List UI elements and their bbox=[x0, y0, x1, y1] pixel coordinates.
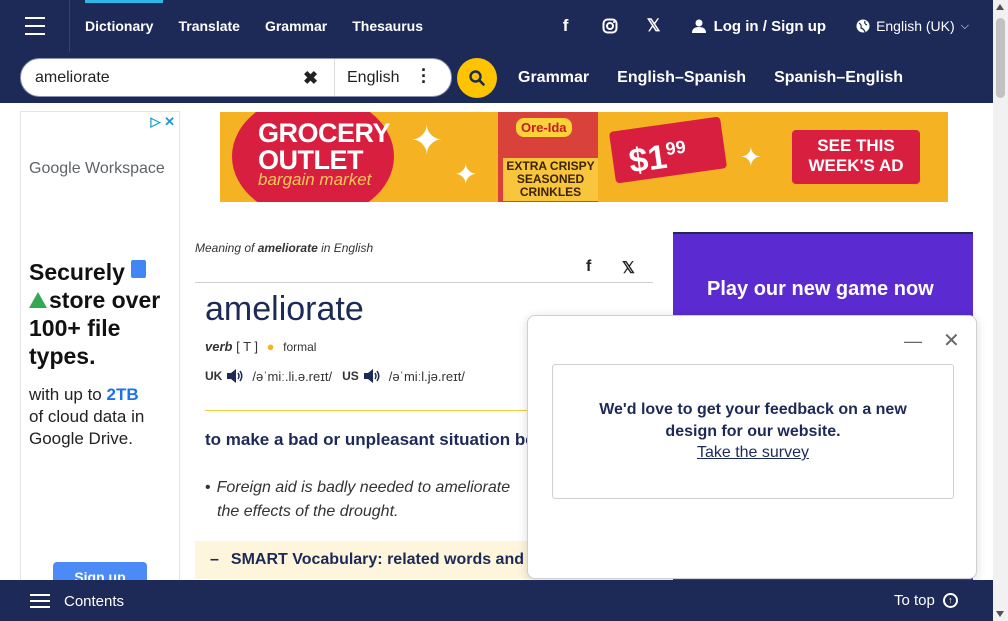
arrow-up-icon: ↑ bbox=[942, 593, 958, 608]
drive-icon bbox=[29, 292, 47, 308]
feedback-message: We'd love to get your feedback on a new … bbox=[599, 401, 907, 440]
pronunciation-line: UK /əˈmiː.li.ə.reɪt/ US /əˈmiːl.jə.reɪt/ bbox=[205, 368, 475, 384]
scroll-up-arrow-icon[interactable] bbox=[996, 4, 1004, 10]
divider bbox=[195, 282, 653, 283]
us-label: US bbox=[342, 369, 359, 383]
top-nav: Dictionary Translate Grammar Thesaurus f… bbox=[0, 0, 993, 52]
nav-right: f 𝕏 Log in / Sign up English (UK) ⌵ bbox=[544, 0, 993, 52]
product-image: Ore-Ida EXTRA CRISPY SEASONED CRINKLES bbox=[498, 112, 598, 202]
quick-link-grammar[interactable]: Grammar bbox=[518, 69, 589, 87]
page-scrollbar[interactable] bbox=[993, 0, 1008, 621]
contents-label: Contents bbox=[64, 592, 125, 610]
speaker-icon[interactable] bbox=[363, 368, 381, 384]
search-input[interactable] bbox=[35, 68, 285, 88]
survey-link[interactable]: Take the survey bbox=[697, 444, 809, 462]
meaning-of-label: Meaning of ameliorate in English bbox=[195, 241, 374, 255]
sparkle-icon: ✦ bbox=[410, 119, 444, 163]
search-box: ✖ English ··· bbox=[20, 58, 452, 97]
nav-items: Dictionary Translate Grammar Thesaurus bbox=[70, 0, 433, 52]
chevron-down-icon: ⌵ bbox=[960, 19, 969, 32]
definition: to make a bad or unpleasant situation be… bbox=[205, 430, 535, 449]
search-button[interactable] bbox=[457, 58, 497, 98]
quick-link-spanish-english[interactable]: Spanish–English bbox=[774, 69, 903, 87]
left-ad[interactable]: ▷ ✕ Google Workspace Securely store over… bbox=[20, 111, 180, 581]
uk-label: UK bbox=[205, 369, 223, 383]
hamburger-icon bbox=[24, 14, 45, 38]
close-icon[interactable]: ✕ bbox=[943, 328, 960, 353]
feedback-popup: — ✕ We'd love to get your feedback on a … bbox=[527, 315, 977, 579]
list-icon bbox=[30, 592, 50, 610]
nav-thesaurus[interactable]: Thesaurus bbox=[342, 0, 433, 52]
to-top-button[interactable]: To top ↑ bbox=[894, 592, 958, 609]
google-workspace-logo: Google Workspace bbox=[29, 160, 165, 177]
price-tag: $199 bbox=[608, 116, 728, 184]
person-icon bbox=[691, 19, 706, 33]
share-x-icon[interactable]: 𝕏 bbox=[622, 258, 635, 278]
divider bbox=[334, 59, 335, 96]
quick-links: Grammar English–Spanish Spanish–English bbox=[518, 69, 931, 87]
product-name: EXTRA CRISPY SEASONED CRINKLES bbox=[503, 158, 598, 201]
login-link[interactable]: Log in / Sign up bbox=[691, 17, 827, 35]
quick-link-english-spanish[interactable]: English–Spanish bbox=[617, 69, 746, 87]
search-icon bbox=[469, 70, 485, 86]
login-label: Log in / Sign up bbox=[713, 17, 827, 35]
globe-icon bbox=[856, 19, 870, 33]
menu-button[interactable] bbox=[0, 0, 70, 52]
facebook-icon[interactable]: f bbox=[544, 16, 588, 36]
bullet-dot: ● bbox=[266, 339, 275, 354]
ad-headline: Securely store over 100+ file types. bbox=[29, 259, 161, 369]
dictionary-selector[interactable]: English bbox=[347, 69, 399, 87]
language-label: English (UK) bbox=[876, 18, 955, 34]
banner-ad[interactable]: GROCERY OUTLET bargain market ✦ ✦ Ore-Id… bbox=[220, 112, 948, 202]
part-of-speech: verb [ T ] ● formal bbox=[205, 339, 316, 354]
search-bar: ✖ English ··· Grammar English–Spanish Sp… bbox=[0, 52, 993, 103]
instagram-icon[interactable] bbox=[588, 18, 632, 34]
example-sentence: • Foreign aid is badly needed to ameliora… bbox=[205, 479, 511, 520]
pos-label[interactable]: verb bbox=[205, 339, 232, 354]
sparkle-icon: ✦ bbox=[740, 142, 762, 172]
minus-icon: – bbox=[210, 551, 219, 568]
speaker-icon[interactable] bbox=[226, 368, 244, 384]
see-ad-button[interactable]: SEE THIS WEEK'S AD bbox=[792, 130, 920, 184]
ad-body: with up to 2TB of cloud data in Google D… bbox=[29, 385, 145, 448]
share-facebook-icon[interactable]: f bbox=[586, 258, 591, 276]
more-options-icon[interactable]: · · · bbox=[421, 61, 427, 91]
clear-icon[interactable]: ✖ bbox=[303, 68, 318, 89]
uk-ipa: /əˈmiː.li.ə.reɪt/ bbox=[252, 368, 333, 384]
ad-choices-icon[interactable]: ▷ ✕ bbox=[150, 114, 175, 130]
sparkle-icon: ✦ bbox=[454, 159, 478, 190]
game-ad-text: Play our new game now bbox=[707, 278, 934, 300]
grammar-code[interactable]: [ T ] bbox=[236, 339, 258, 354]
nav-dictionary[interactable]: Dictionary bbox=[75, 0, 164, 52]
ad-signup-button[interactable]: Sign up bbox=[53, 562, 147, 580]
headword: ameliorate bbox=[205, 290, 364, 328]
bullet-icon: • bbox=[205, 479, 211, 496]
product-brand: Ore-Ida bbox=[516, 118, 572, 137]
bottom-bar: Contents To top ↑ bbox=[0, 580, 993, 621]
feedback-card: We'd love to get your feedback on a new … bbox=[552, 364, 954, 499]
to-top-label: To top bbox=[894, 592, 935, 609]
contents-button[interactable]: Contents bbox=[30, 592, 124, 610]
minimize-icon[interactable]: — bbox=[904, 331, 922, 352]
scroll-down-arrow-icon[interactable] bbox=[996, 611, 1004, 617]
banner-subtitle: bargain market bbox=[258, 170, 372, 189]
banner-title: GROCERY OUTLET bbox=[258, 118, 390, 175]
language-selector[interactable]: English (UK) ⌵ bbox=[856, 18, 969, 34]
scroll-thumb[interactable] bbox=[996, 18, 1005, 98]
us-ipa: /əˈmiːl.jə.reɪt/ bbox=[388, 368, 465, 384]
lock-icon bbox=[131, 260, 147, 278]
nav-grammar[interactable]: Grammar bbox=[255, 0, 337, 52]
register-label[interactable]: formal bbox=[283, 340, 316, 354]
nav-translate[interactable]: Translate bbox=[168, 0, 249, 52]
x-twitter-icon[interactable]: 𝕏 bbox=[632, 16, 676, 36]
